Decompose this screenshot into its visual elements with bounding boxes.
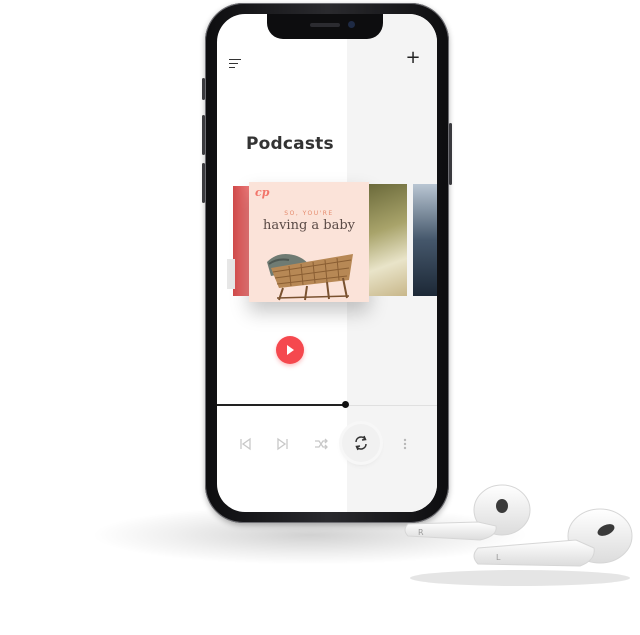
right-bud-letter: L [496,553,501,562]
bassinet-illustration [249,232,369,302]
carousel-item-next[interactable] [369,184,407,296]
album-logo: cp [255,186,270,199]
front-camera [348,21,355,28]
left-bud-letter: R [418,528,424,537]
mute-switch [202,78,205,100]
carousel-item-featured[interactable]: cp SO, YOU'RE having a baby [249,182,369,302]
plus-icon[interactable]: + [405,49,421,67]
volume-down-button [202,163,205,203]
power-button [449,123,452,185]
carousel-item-previous[interactable] [233,186,249,296]
carousel-item-next-2[interactable] [413,184,437,296]
volume-up-button [202,115,205,155]
product-scene: + Podcasts cp SO, YOU'RE having a baby R… [0,0,640,635]
play-button[interactable] [276,336,304,364]
player-controls [217,424,437,464]
earbuds-illustration: R L [404,484,633,586]
previous-icon[interactable] [235,434,255,454]
phone-screen: + Podcasts cp SO, YOU'RE having a baby [217,14,437,512]
carousel-item-previous-edge [227,259,235,289]
next-icon[interactable] [273,434,293,454]
repeat-icon[interactable] [342,424,380,462]
album-kicker: SO, YOU'RE [284,210,334,217]
page-title: Podcasts [246,134,334,154]
menu-icon[interactable] [229,59,241,69]
shuffle-icon[interactable] [311,434,331,454]
speaker-grille [310,23,340,27]
progress-handle[interactable] [342,401,349,408]
more-vertical-icon[interactable] [395,434,415,454]
phone-mockup: + Podcasts cp SO, YOU'RE having a baby [202,3,452,523]
album-title: having a baby [262,218,356,233]
progress-fill [217,404,345,406]
phone-notch [267,14,383,39]
